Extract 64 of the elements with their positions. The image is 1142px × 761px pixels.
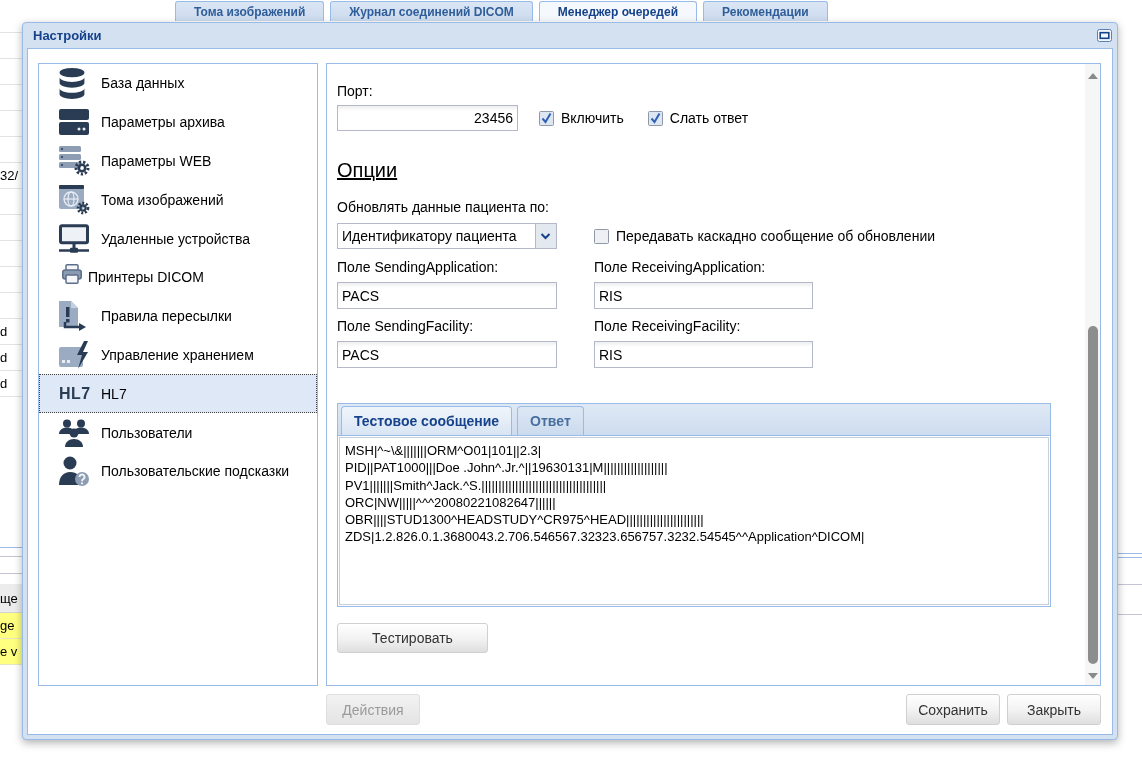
- tab[interactable]: Журнал соединений DICOM: [330, 1, 533, 21]
- tree-item[interactable]: Пользователи: [39, 413, 317, 452]
- port-field[interactable]: 23456: [337, 105, 518, 131]
- browser-globe-gear-icon: [59, 184, 90, 215]
- tree-item[interactable]: Параметры архива: [39, 102, 317, 142]
- scroll-up-icon[interactable]: [1087, 73, 1098, 79]
- tab[interactable]: Тома изображений: [175, 1, 325, 21]
- checkbox-label: Передавать каскадно сообщение об обновлении: [616, 228, 936, 244]
- field-label: Поле SendingApplication:: [337, 259, 499, 275]
- maximize-icon[interactable]: [1097, 29, 1112, 42]
- field-label: Поле ReceivingApplication:: [594, 259, 766, 275]
- icon-text: HL7: [59, 384, 91, 403]
- tree-item[interactable]: HL7 HL7: [39, 374, 317, 414]
- printer-icon: [62, 263, 82, 284]
- document-arrow-icon: [59, 301, 86, 332]
- text-field[interactable]: PACS: [337, 282, 557, 309]
- tree-item[interactable]: Правила пересылки: [39, 296, 317, 336]
- checkbox-label: Слать ответ: [669, 110, 749, 126]
- server-gear-icon: [59, 146, 90, 176]
- tree-item[interactable]: Управление хранением: [39, 335, 317, 375]
- save-button[interactable]: Сохранить: [906, 694, 1000, 725]
- tab[interactable]: Рекомендации: [703, 1, 828, 21]
- table-cell: d: [0, 324, 8, 339]
- log-row: ge: [0, 613, 22, 639]
- checkbox[interactable]: [539, 110, 554, 126]
- field-label: Порт:: [337, 83, 373, 99]
- tree-item[interactable]: Принтеры DICOM: [39, 258, 317, 297]
- field-label: Поле ReceivingFacility:: [594, 318, 741, 334]
- tree-item[interactable]: База данных: [39, 64, 317, 103]
- tab[interactable]: Ответ: [517, 406, 584, 435]
- scrollbar[interactable]: [1085, 64, 1100, 685]
- dialog-title: Настройки: [33, 28, 102, 43]
- log-row: e v: [0, 639, 22, 665]
- tab[interactable]: Менеджер очередей: [538, 1, 698, 21]
- users-icon: [59, 418, 89, 447]
- monitor-network-icon: [59, 224, 89, 254]
- database-icon: [59, 67, 85, 99]
- table-cell: d: [0, 376, 8, 391]
- tree-item[interactable]: Пользовательские подсказки: [39, 451, 317, 491]
- panel-header: ще: [0, 584, 22, 613]
- text-field[interactable]: PACS: [337, 341, 557, 368]
- dropdown[interactable]: Идентификатору пациента: [337, 223, 557, 249]
- field-label: Поле SendingFacility:: [337, 318, 474, 334]
- scrollbar-thumb[interactable]: [1087, 326, 1098, 664]
- scroll-down-icon[interactable]: [1087, 673, 1098, 679]
- text-field[interactable]: RIS: [594, 341, 813, 368]
- test-button[interactable]: Тестировать: [337, 623, 488, 653]
- checkbox-label: Включить: [561, 110, 624, 126]
- server-icon: [59, 109, 89, 136]
- table-cell: d: [0, 350, 8, 365]
- tree-item[interactable]: Параметры WEB: [39, 141, 317, 181]
- section-heading: Опции: [337, 158, 398, 182]
- table-cell: 32/: [0, 168, 19, 183]
- field-label: Обновлять данные пациента по:: [337, 199, 549, 215]
- drive-lightning-icon: [59, 340, 89, 369]
- tree-item[interactable]: Тома изображений: [39, 180, 317, 220]
- checkbox[interactable]: [594, 228, 609, 244]
- user-question-icon: [59, 456, 89, 487]
- close-button[interactable]: Закрыть: [1007, 694, 1101, 725]
- tree-item[interactable]: Удаленные устройства: [39, 219, 317, 258]
- message-field[interactable]: MSH|^~\&|||||||ORM^O01|101||2.3| PID||PAT1000|||Doe .John^.Jr.^||19630131|M||||||||||||||||||| PV1|||||||Smith^Jack.^S.||||||||||||||||||||||||||||||||||||| ORC|NW|||||^^^20080221082647|||||| OBR||||STUD1300^HEADSTUDY^CR975^HEAD||||||||||||||||||||||| ZDS|1.2.826.0.1.3680043.2.706.546567.32323.656757.3232.54545^^Application^DICOM|: [339, 437, 1049, 605]
- text-field[interactable]: RIS: [594, 282, 813, 309]
- checkbox[interactable]: [647, 110, 663, 126]
- tab[interactable]: Тестовое сообщение: [341, 406, 513, 435]
